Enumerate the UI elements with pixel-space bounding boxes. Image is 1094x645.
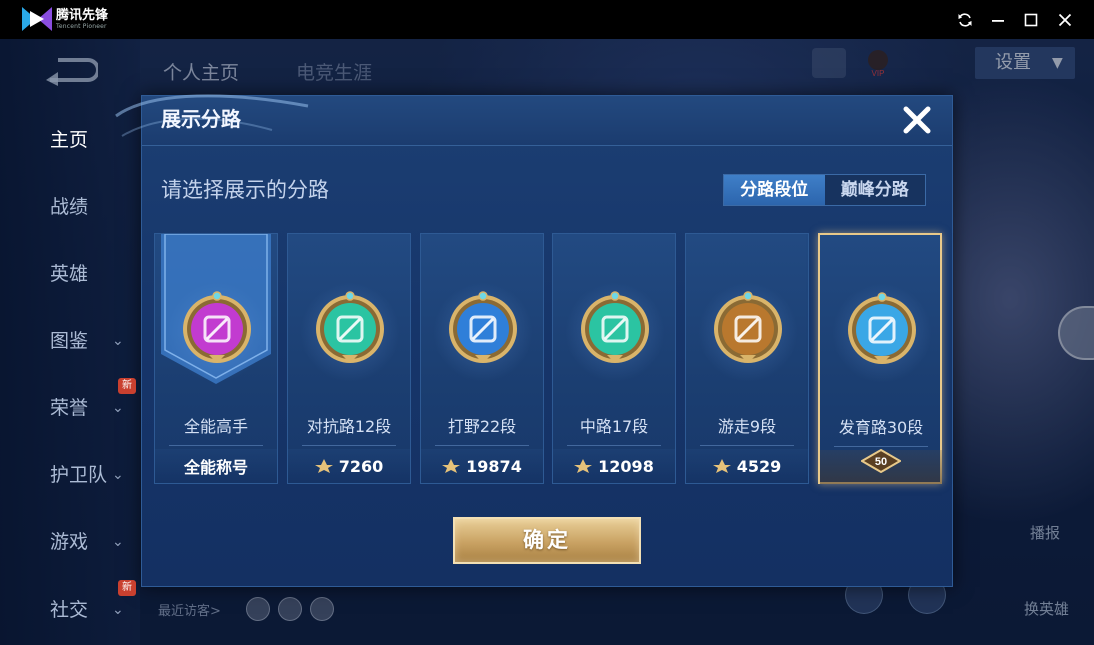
lane-card[interactable]: 对抗路12段 7260 <box>287 233 411 484</box>
window-titlebar: 腾讯先锋 Tencent Pioneer <box>0 0 1094 39</box>
card-divider <box>302 445 396 446</box>
card-footer: 19874 <box>421 449 543 483</box>
lane-card[interactable]: 打野22段 19874 <box>420 233 544 484</box>
minimize-icon <box>992 20 1004 22</box>
lane-card[interactable]: 中路17段 12098 <box>552 233 676 484</box>
power-score: 19874 <box>466 456 522 476</box>
lane-card-name: 中路17段 <box>579 417 649 436</box>
clash-lane-emblem-icon <box>316 291 384 363</box>
app-window: { "window": { "app_name": "腾讯先锋", "app_n… <box>0 0 1094 645</box>
card-divider <box>700 445 794 446</box>
sidebar-item[interactable]: 战绩 <box>0 187 140 227</box>
roam-emblem-icon <box>714 291 782 363</box>
mid-lane-emblem-icon <box>581 291 649 363</box>
confirm-button[interactable]: 确定 <box>453 517 641 564</box>
power-star-icon <box>574 459 593 473</box>
minimize-button[interactable] <box>985 7 1011 33</box>
power-star-icon <box>712 459 731 473</box>
title-label: 全能称号 <box>183 458 248 477</box>
lane-card-name: 发育路30段 <box>838 418 924 437</box>
card-footer: 全能称号 <box>155 449 277 483</box>
card-footer: 12098 <box>553 449 675 483</box>
app-name-en: Tencent Pioneer <box>56 23 107 30</box>
close-window-button[interactable] <box>1052 7 1078 33</box>
refresh-button[interactable] <box>952 7 978 33</box>
power-star-icon <box>314 459 333 473</box>
new-badge: 新 <box>118 378 136 394</box>
segment-lane-rank[interactable]: 分路段位 <box>724 175 825 205</box>
dialog-close-button[interactable] <box>897 103 937 137</box>
power-score: 7260 <box>338 456 384 476</box>
dialog-title: 展示分路 <box>161 107 241 131</box>
lane-card-name: 打野22段 <box>447 417 517 436</box>
card-footer: 7260 <box>288 449 410 483</box>
close-icon <box>903 106 931 134</box>
lane-card[interactable]: 全能高手 全能称号 <box>154 233 278 484</box>
card-divider <box>169 445 263 446</box>
card-divider <box>567 445 661 446</box>
sidebar-item[interactable]: 英雄 <box>0 254 140 294</box>
app-logo-icon <box>22 7 52 31</box>
farm-lane-emblem-icon <box>848 292 916 364</box>
lane-card[interactable]: 发育路30段 50 <box>818 233 942 484</box>
segment-peak-lane[interactable]: 巅峰分路 <box>825 175 926 205</box>
maximize-icon <box>1024 13 1038 27</box>
level-badge-value: 50 <box>875 456 887 468</box>
new-badge: 新 <box>118 580 136 596</box>
chevron-down-icon: ⌄ <box>112 602 124 618</box>
lane-type-segmented-control: 分路段位 巅峰分路 <box>723 174 926 206</box>
lane-card[interactable]: 游走9段 4529 <box>685 233 809 484</box>
power-score: 4529 <box>736 456 782 476</box>
card-divider <box>834 446 928 447</box>
level-badge-icon: 50 <box>861 449 901 473</box>
close-icon <box>1058 13 1072 27</box>
all-round-master-emblem-icon <box>183 291 251 363</box>
sidebar-item[interactable]: 主页 <box>0 120 140 160</box>
maximize-button[interactable] <box>1018 7 1044 33</box>
lane-card-name: 对抗路12段 <box>306 417 392 436</box>
dialog-subtitle: 请选择展示的分路 <box>161 178 329 202</box>
chevron-down-icon: ⌄ <box>112 467 124 483</box>
card-footer: 4529 <box>686 449 808 483</box>
lane-card-name: 全能高手 <box>183 417 248 436</box>
chevron-down-icon: ⌄ <box>112 534 124 550</box>
chevron-down-icon: ⌄ <box>112 333 124 349</box>
jungle-emblem-icon <box>449 291 517 363</box>
lane-card-name: 游走9段 <box>717 417 777 436</box>
chevron-down-icon: ⌄ <box>112 400 124 416</box>
card-divider <box>435 445 529 446</box>
power-star-icon <box>442 459 461 473</box>
refresh-icon <box>958 13 972 27</box>
power-score: 12098 <box>598 456 654 476</box>
app-name: 腾讯先锋 <box>56 8 109 23</box>
